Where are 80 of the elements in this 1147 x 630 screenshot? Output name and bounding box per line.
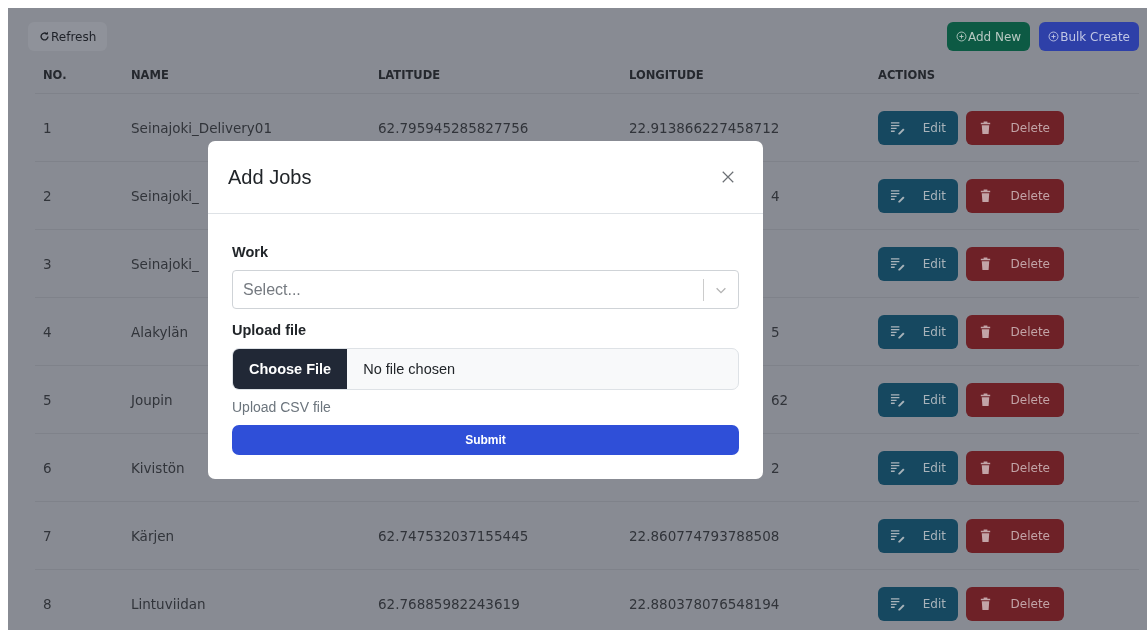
edit-button[interactable]: Edit <box>878 586 958 621</box>
refresh-icon <box>39 31 50 42</box>
edit-button[interactable]: Edit <box>878 178 958 213</box>
edit-button[interactable]: Edit <box>878 110 958 145</box>
table-cell: 22.880378076548194 <box>629 595 780 612</box>
edit-button[interactable]: Edit <box>878 518 958 553</box>
dialog-title: Add Jobs <box>228 165 312 189</box>
submit-button[interactable]: Submit <box>232 425 739 455</box>
select-field[interactable]: Select... <box>232 270 739 309</box>
help-text: Upload CSV file <box>232 399 331 415</box>
delete-button[interactable]: Delete <box>966 178 1064 213</box>
plus-circle-icon <box>955 31 967 42</box>
table-cell: Seinajoki_ <box>131 187 199 204</box>
delete-button[interactable]: Delete <box>966 586 1064 621</box>
edit-list-icon <box>890 256 905 271</box>
edit-button[interactable]: Edit <box>878 314 958 349</box>
add-new-button[interactable]: Add New <box>946 22 1031 51</box>
column-header: LONGITUDE <box>628 67 705 82</box>
edit-list-icon <box>890 528 905 543</box>
table-cell: 22.860774793788508 <box>629 527 780 544</box>
field-label: Upload file <box>232 322 307 338</box>
table-cell: Seinajoki_ <box>131 255 199 272</box>
table-cell: 62 <box>771 391 789 408</box>
table-cell: 3 <box>43 255 52 272</box>
table-cell: 8 <box>43 595 52 612</box>
table-cell: 5 <box>771 323 780 340</box>
table-cell: 62.795945285827756 <box>378 119 529 136</box>
delete-button[interactable]: Delete <box>966 110 1064 145</box>
table-cell: 4 <box>43 323 52 340</box>
table-cell: Kärjen <box>131 527 175 544</box>
table-cell: Seinajoki_Delivery01 <box>131 119 272 136</box>
table-cell: 22.913866227458712 <box>629 119 780 136</box>
trash-icon <box>978 324 993 339</box>
edit-button[interactable]: Edit <box>878 246 958 281</box>
delete-button[interactable]: Delete <box>966 518 1064 553</box>
table-cell: Joupin <box>131 391 173 408</box>
table-cell: 62.76885982243619 <box>378 595 520 612</box>
delete-button[interactable]: Delete <box>966 246 1064 281</box>
column-header: NAME <box>130 67 170 82</box>
delete-button[interactable]: Delete <box>966 314 1064 349</box>
edit-button[interactable]: Edit <box>878 382 958 417</box>
trash-icon <box>978 528 993 543</box>
trash-icon <box>978 460 993 475</box>
table-cell: 6 <box>43 459 52 476</box>
choose-file-button[interactable]: Choose File <box>233 349 348 389</box>
edit-list-icon <box>890 188 905 203</box>
table-cell: 1 <box>43 119 52 136</box>
edit-list-icon <box>890 120 905 135</box>
table-cell: 7 <box>43 527 52 544</box>
delete-button[interactable]: Delete <box>966 382 1064 417</box>
trash-icon <box>978 120 993 135</box>
refresh-button[interactable]: Refresh <box>28 22 108 51</box>
table-cell: Kivistön <box>131 459 185 476</box>
table-cell: 2 <box>771 459 780 476</box>
column-header: NO. <box>42 67 68 82</box>
edit-list-icon <box>890 392 905 407</box>
column-header: ACTIONS <box>877 67 937 82</box>
column-header: LATITUDE <box>377 67 442 82</box>
close-icon <box>721 170 735 184</box>
edit-list-icon <box>890 460 905 475</box>
trash-icon <box>978 256 993 271</box>
close-button[interactable] <box>721 170 735 184</box>
delete-button[interactable]: Delete <box>966 450 1064 485</box>
trash-icon <box>978 392 993 407</box>
table-cell: 5 <box>43 391 52 408</box>
file-status-text: No file chosen <box>363 361 456 377</box>
edit-button[interactable]: Edit <box>878 450 958 485</box>
table-cell: 62.747532037155445 <box>378 527 529 544</box>
table-cell: 4 <box>771 187 780 204</box>
table-cell: Lintuviidan <box>131 595 206 612</box>
file-input-field[interactable]: Choose File No file chosen <box>232 348 739 390</box>
trash-icon <box>978 188 993 203</box>
table-cell: Alakylän <box>131 323 189 340</box>
bulk-create-button[interactable]: Bulk Create <box>1039 22 1139 51</box>
plus-circle-icon <box>1048 31 1060 42</box>
trash-icon <box>978 596 993 611</box>
edit-list-icon <box>890 596 905 611</box>
field-label: Work <box>232 244 268 260</box>
edit-list-icon <box>890 324 905 339</box>
table-cell: 2 <box>43 187 52 204</box>
